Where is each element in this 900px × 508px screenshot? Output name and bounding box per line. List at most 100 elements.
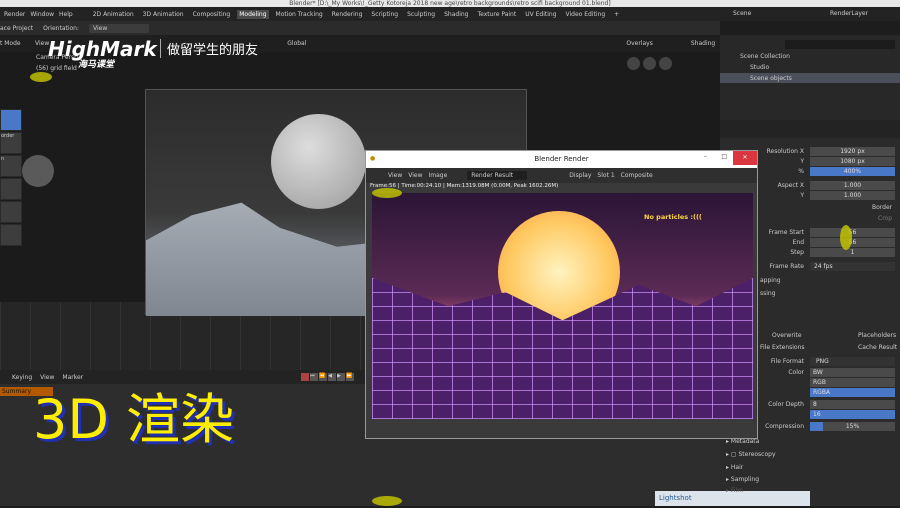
tab-sculpting[interactable]: Sculpting <box>405 10 437 19</box>
resolution-x-field[interactable]: 1920 px <box>810 146 895 156</box>
tab-3d-animation[interactable]: 3D Animation <box>141 10 186 19</box>
depth-16-option[interactable]: 16 <box>810 409 895 419</box>
planet-object <box>22 155 54 187</box>
tab-video-editing[interactable]: Video Editing <box>564 10 608 19</box>
color-rgba-option[interactable]: RGBA <box>810 387 895 397</box>
frame-rate-dropdown[interactable]: 24 fps <box>810 261 895 271</box>
render-result-image[interactable]: No particles :((( <box>372 193 753 419</box>
panel-stereoscopy[interactable]: ▸ ▢ Stereoscopy <box>726 451 776 458</box>
color-rgb-option[interactable]: RGB <box>810 377 895 387</box>
menu-render[interactable]: Render <box>4 11 25 18</box>
mode-dropdown[interactable]: t Mode <box>0 40 30 47</box>
color-bw-option[interactable]: BW <box>810 367 895 377</box>
resolution-percent-slider[interactable]: 400% <box>810 166 895 176</box>
blender-icon: ● <box>370 155 376 162</box>
slot-dropdown[interactable]: Slot 1 <box>597 172 614 179</box>
tab-scripting[interactable]: Scripting <box>369 10 400 19</box>
display-dropdown[interactable]: Display <box>569 172 591 179</box>
shading-dropdown[interactable]: Shading <box>691 40 715 47</box>
tab-compositing[interactable]: Compositing <box>191 10 233 19</box>
outliner-item-studio[interactable]: Studio <box>750 64 769 71</box>
move-view-icon[interactable] <box>643 57 656 70</box>
tool-button[interactable] <box>0 178 22 200</box>
play-reverse-icon[interactable]: ◀ <box>328 373 337 381</box>
depth-8-option[interactable]: 8 <box>810 399 895 409</box>
pass-dropdown[interactable]: Composite <box>621 172 653 179</box>
overlays-dropdown[interactable]: Overlays <box>626 40 652 47</box>
section-header[interactable]: ssing <box>760 290 776 297</box>
render-status: Frame:56 | Time:00:24.10 | Mem:1319.08M … <box>370 183 559 189</box>
scene-selector[interactable]: Scene <box>733 10 751 17</box>
properties-tabs[interactable] <box>720 120 900 138</box>
tool-panel: order n <box>0 109 22 247</box>
cache-result-checkbox[interactable]: Cache Result <box>858 344 897 351</box>
outliner-search[interactable] <box>785 40 895 49</box>
frame-step-field[interactable]: 1 <box>810 247 895 257</box>
tab-modeling[interactable]: Modeling <box>237 9 269 19</box>
overwrite-checkbox[interactable]: Overwrite <box>772 332 802 339</box>
camera-view-icon[interactable] <box>627 57 640 70</box>
file-format-dropdown[interactable]: PNG <box>810 356 895 366</box>
compression-slider[interactable]: 15% <box>810 421 895 431</box>
orientation-dropdown[interactable]: View <box>89 23 150 33</box>
tab-uv-editing[interactable]: UV Editing <box>523 10 558 19</box>
scene-collection[interactable]: Scene Collection <box>740 53 790 60</box>
transform-orientation-dropdown[interactable]: Global <box>287 40 306 47</box>
view-menu[interactable]: View <box>388 172 402 179</box>
panel-film[interactable]: ▸ Film <box>726 487 743 494</box>
crop-checkbox[interactable]: Crop <box>878 215 892 222</box>
view-menu-2[interactable]: View <box>408 172 422 179</box>
add-workspace-button[interactable]: + <box>612 10 621 19</box>
menu-window[interactable]: Window <box>30 11 54 18</box>
outliner-item-scene-objects[interactable]: Scene objects <box>750 75 792 82</box>
aspect-x-field[interactable]: 1.000 <box>810 180 895 190</box>
outliner: Scene Collection Studio Scene objects <box>720 35 900 120</box>
tab-2d-animation[interactable]: 2D Animation <box>91 10 136 19</box>
panel-hair[interactable]: ▸ Hair <box>726 464 743 471</box>
minimize-button[interactable]: – <box>704 153 707 160</box>
logo-slogan: 做留学生的朋友 <box>160 39 258 58</box>
placeholders-checkbox[interactable]: Placeholders <box>858 332 896 339</box>
keying-menu[interactable]: Keying <box>12 374 32 381</box>
no-particles-text: No particles :((( <box>644 213 702 221</box>
render-layer-selector[interactable]: RenderLayer <box>830 10 868 17</box>
play-icon[interactable]: ▶ <box>337 373 346 381</box>
prev-key-icon[interactable]: ⏪ <box>319 373 328 381</box>
panel-sampling[interactable]: ▸ Sampling <box>726 476 759 483</box>
menu-items: Render Window Help 2D Animation 3D Anima… <box>0 7 621 21</box>
next-key-icon[interactable]: ⏩ <box>346 373 355 381</box>
tool-button[interactable] <box>0 224 22 246</box>
image-menu[interactable]: Image <box>429 172 448 179</box>
tool-button[interactable]: n <box>0 155 22 177</box>
render-window-title: Blender Render <box>366 151 757 168</box>
overlay-title: 3D 渲染 <box>33 388 235 451</box>
tab-shading[interactable]: Shading <box>442 10 470 19</box>
record-icon[interactable] <box>301 373 310 381</box>
frame-end-field[interactable]: 56 <box>810 237 895 247</box>
menu-bar: Render Window Help 2D Animation 3D Anima… <box>0 7 900 21</box>
close-button[interactable]: ✕ <box>733 151 757 165</box>
resolution-y-field[interactable]: 1080 px <box>810 156 895 166</box>
tool-button[interactable]: order <box>0 132 22 154</box>
panel-metadata[interactable]: ▸ Metadata <box>726 438 759 445</box>
image-selector[interactable]: Render Result <box>467 171 528 180</box>
annotation-mark <box>372 496 402 506</box>
window-title: Blender* [D:\_My Works\!_Getty Kotoreja … <box>0 0 900 7</box>
aspect-y-field[interactable]: 1.000 <box>810 190 895 200</box>
maximize-button[interactable]: □ <box>721 153 727 160</box>
render-window: Blender Render ● – □ ✕ View View Image R… <box>365 150 758 439</box>
section-header[interactable]: apping <box>760 277 781 284</box>
tool-button[interactable] <box>0 109 22 131</box>
tab-rendering[interactable]: Rendering <box>330 10 365 19</box>
tab-motion-tracking[interactable]: Motion Tracking <box>274 10 325 19</box>
jump-start-icon[interactable]: ⏮ <box>310 373 319 381</box>
frame-start-field[interactable]: 56 <box>810 227 895 237</box>
highmark-logo: HighMark 海马课堂 <box>48 37 157 70</box>
file-extensions-checkbox[interactable]: File Extensions <box>760 344 805 351</box>
menu-help[interactable]: Help <box>59 11 73 18</box>
border-checkbox[interactable]: Border <box>872 204 892 211</box>
tab-texture-paint[interactable]: Texture Paint <box>475 10 518 19</box>
tool-button[interactable] <box>0 201 22 223</box>
zoom-view-icon[interactable] <box>659 57 672 70</box>
tool-settings-bar: ace Project Orientation: View <box>0 21 720 35</box>
